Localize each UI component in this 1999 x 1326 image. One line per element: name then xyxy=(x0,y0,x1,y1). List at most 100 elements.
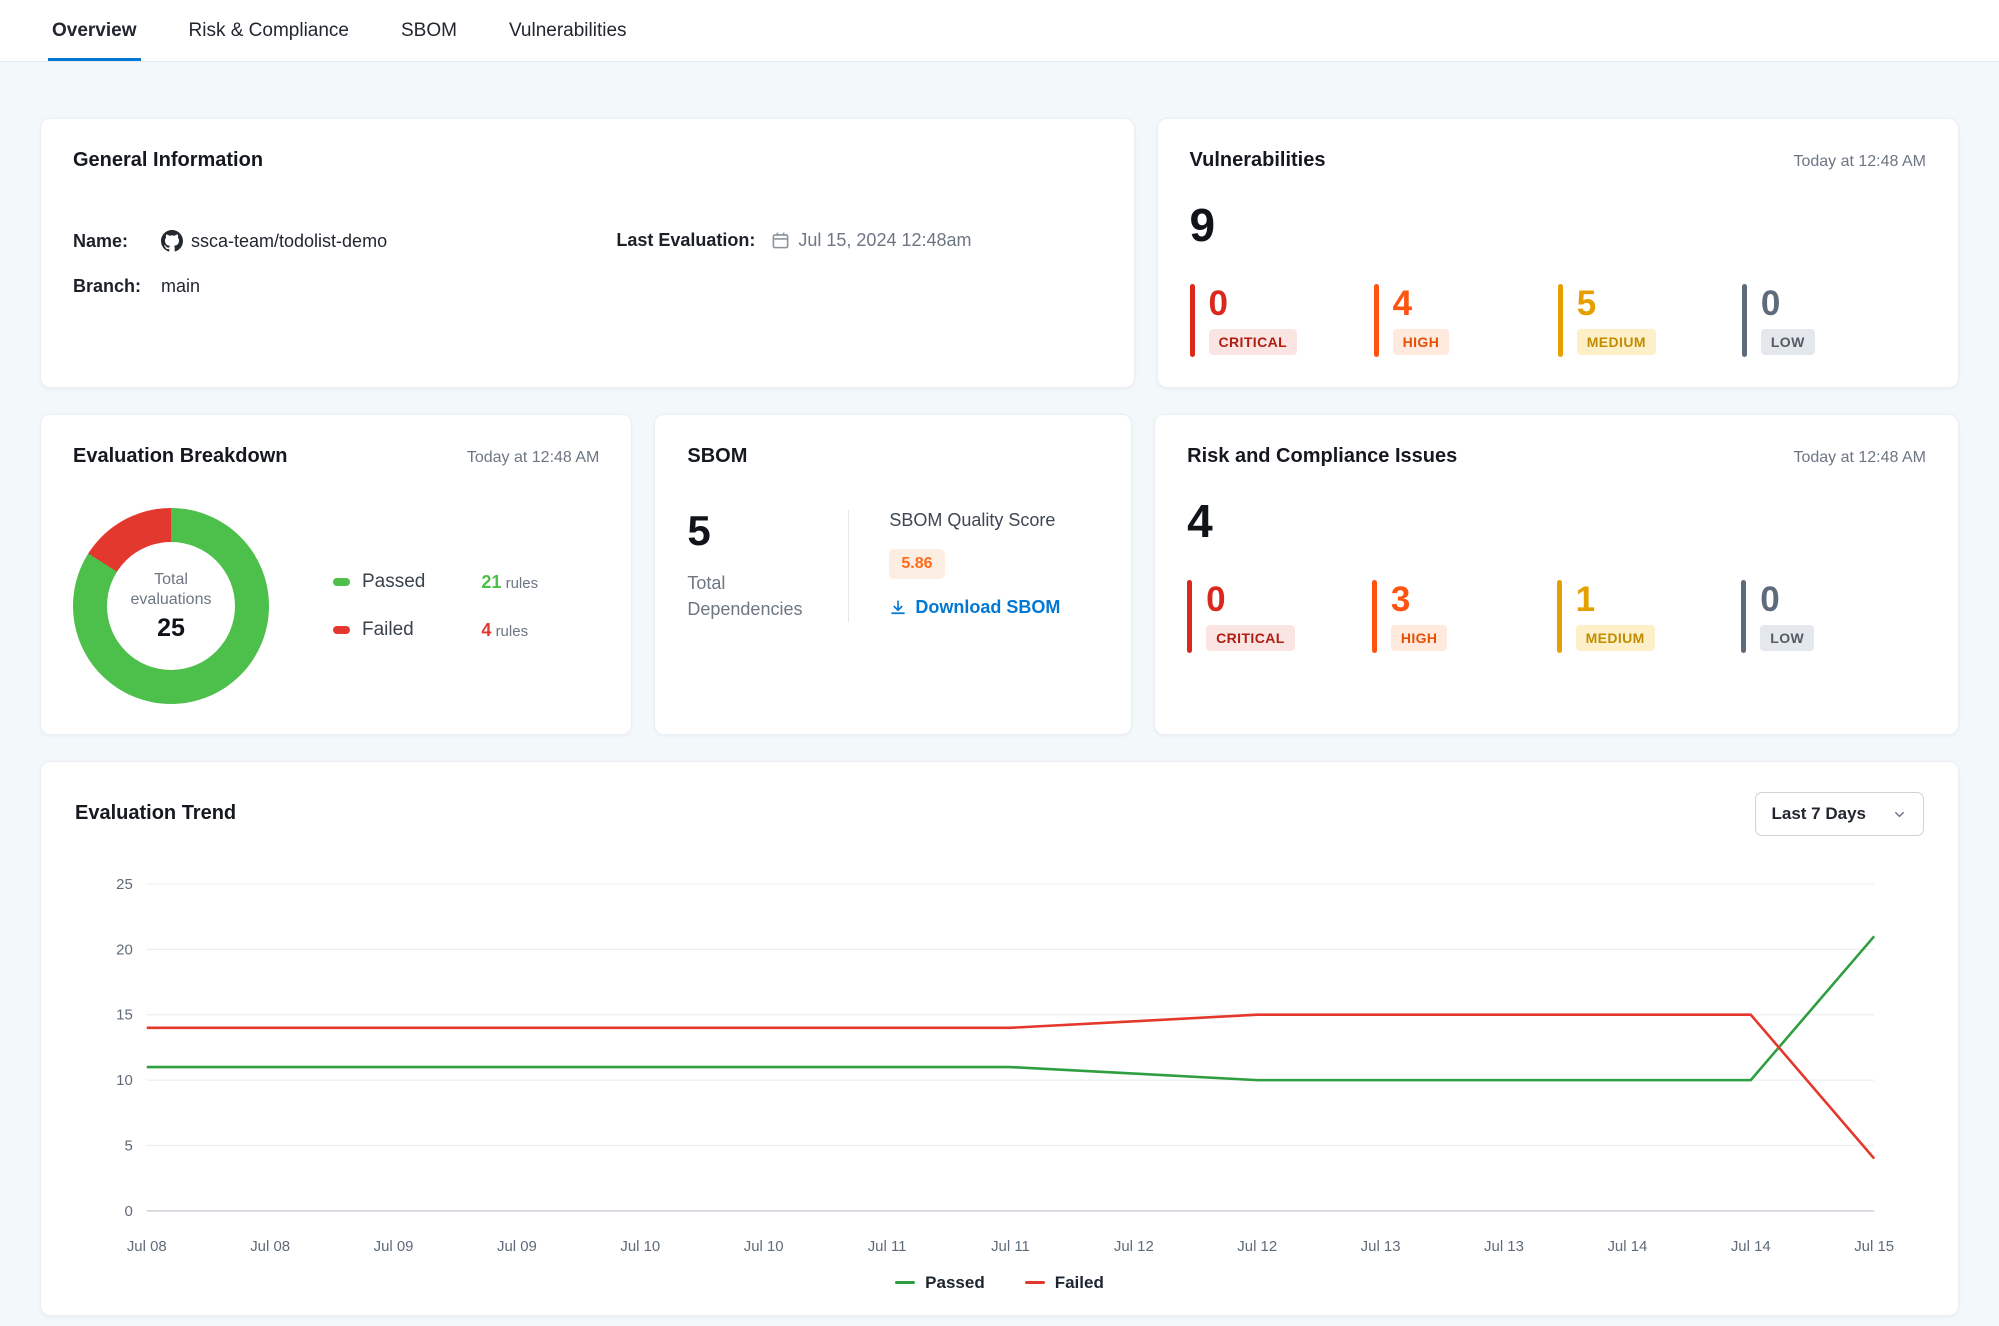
dashboard-content: General Information Name: ssca-team/todo… xyxy=(0,62,1999,1326)
tab-bar: Overview Risk & Compliance SBOM Vulnerab… xyxy=(0,0,1999,62)
branch-label: Branch: xyxy=(73,276,151,297)
risk-compliance-card: Risk and Compliance Issues Today at 12:4… xyxy=(1154,414,1959,735)
failed-rules-count: 4 rules xyxy=(481,620,538,641)
general-information-title: General Information xyxy=(73,149,263,172)
vulnerabilities-card: Vulnerabilities Today at 12:48 AM 9 0 CR… xyxy=(1157,118,1959,388)
sbom-quality-score-label: SBOM Quality Score xyxy=(889,510,1055,531)
sbom-card: SBOM 5 Total Dependencies SBOM Quality S… xyxy=(654,414,1132,735)
severity-critical: 0 CRITICAL xyxy=(1187,580,1372,653)
date-range-label: Last 7 Days xyxy=(1772,804,1867,824)
svg-text:Jul 09: Jul 09 xyxy=(374,1238,414,1255)
severity-count: 4 xyxy=(1393,286,1412,321)
download-icon xyxy=(889,599,907,617)
svg-text:Jul 11: Jul 11 xyxy=(868,1238,907,1255)
trend-legend-passed: Passed xyxy=(895,1273,985,1293)
severity-bar xyxy=(1190,284,1195,357)
severity-bar xyxy=(1187,580,1192,653)
general-information-card: General Information Name: ssca-team/todo… xyxy=(40,118,1135,388)
severity-bar xyxy=(1742,284,1747,357)
evaluation-legend: Passed 21 rules Failed 4 rules xyxy=(333,571,538,641)
trend-legend: Passed Failed xyxy=(75,1273,1924,1293)
legend-passed: Passed xyxy=(333,571,425,593)
svg-text:Jul 15: Jul 15 xyxy=(1854,1238,1894,1255)
severity-medium: 1 MEDIUM xyxy=(1557,580,1742,653)
date-range-dropdown[interactable]: Last 7 Days xyxy=(1755,792,1925,836)
svg-text:25: 25 xyxy=(116,876,133,893)
trend-failed-label: Failed xyxy=(1055,1273,1104,1293)
vulnerabilities-timestamp: Today at 12:48 AM xyxy=(1793,153,1926,171)
svg-text:Jul 12: Jul 12 xyxy=(1237,1238,1277,1255)
severity-bar xyxy=(1557,580,1562,653)
failed-unit: rules xyxy=(496,623,529,640)
evaluation-breakdown-title: Evaluation Breakdown xyxy=(73,445,288,468)
download-sbom-label: Download SBOM xyxy=(915,597,1060,618)
severity-bar xyxy=(1558,284,1563,357)
severity-bar xyxy=(1374,284,1379,357)
severity-medium: 5 MEDIUM xyxy=(1558,284,1742,357)
failed-line-swatch xyxy=(1025,1281,1045,1284)
repo-name-value: ssca-team/todolist-demo xyxy=(161,230,387,252)
severity-badge: HIGH xyxy=(1391,625,1448,651)
donut-center-label: Total evaluations xyxy=(123,570,219,610)
sbom-total-label: Total Dependencies xyxy=(687,570,812,622)
svg-text:Jul 14: Jul 14 xyxy=(1607,1238,1647,1255)
vulnerabilities-severity-grid: 0 CRITICAL 4 HIGH 5 MEDIUM xyxy=(1190,284,1926,357)
svg-text:Jul 09: Jul 09 xyxy=(497,1238,537,1255)
severity-critical: 0 CRITICAL xyxy=(1190,284,1374,357)
svg-text:Jul 08: Jul 08 xyxy=(127,1238,167,1255)
passed-unit: rules xyxy=(506,575,539,592)
severity-count: 3 xyxy=(1391,582,1410,617)
svg-text:Jul 14: Jul 14 xyxy=(1731,1238,1771,1255)
svg-text:Jul 12: Jul 12 xyxy=(1114,1238,1154,1255)
evaluation-breakdown-card: Evaluation Breakdown Today at 12:48 AM T… xyxy=(40,414,632,735)
severity-badge: LOW xyxy=(1761,329,1815,355)
name-label: Name: xyxy=(73,231,151,252)
svg-text:Jul 10: Jul 10 xyxy=(744,1238,784,1255)
svg-text:5: 5 xyxy=(125,1137,133,1154)
tab-risk-compliance[interactable]: Risk & Compliance xyxy=(185,2,354,61)
branch-value: main xyxy=(161,276,200,297)
severity-high: 3 HIGH xyxy=(1372,580,1557,653)
severity-count: 5 xyxy=(1577,286,1596,321)
evaluation-trend-card: Evaluation Trend Last 7 Days 0510152025J… xyxy=(40,761,1959,1316)
donut-center-value: 25 xyxy=(157,614,185,643)
failed-label: Failed xyxy=(362,619,414,641)
severity-badge: CRITICAL xyxy=(1206,625,1295,651)
passed-line-swatch xyxy=(895,1281,915,1284)
svg-text:20: 20 xyxy=(116,941,133,958)
severity-count: 0 xyxy=(1209,286,1228,321)
risk-compliance-timestamp: Today at 12:48 AM xyxy=(1793,449,1926,467)
sbom-title: SBOM xyxy=(687,445,747,468)
evaluation-trend-title: Evaluation Trend xyxy=(75,802,236,825)
legend-failed: Failed xyxy=(333,619,425,641)
severity-count: 1 xyxy=(1576,582,1595,617)
tab-overview[interactable]: Overview xyxy=(48,2,141,61)
repo-name-row: Name: ssca-team/todolist-demo xyxy=(73,230,616,252)
trend-passed-label: Passed xyxy=(925,1273,985,1293)
download-sbom-link[interactable]: Download SBOM xyxy=(889,597,1060,618)
severity-bar xyxy=(1741,580,1746,653)
passed-rules-count: 21 rules xyxy=(481,572,538,593)
passed-value: 21 xyxy=(481,572,501,592)
evaluation-breakdown-timestamp: Today at 12:48 AM xyxy=(467,449,600,467)
passed-dot xyxy=(333,578,350,586)
failed-dot xyxy=(333,626,350,634)
tab-vulnerabilities[interactable]: Vulnerabilities xyxy=(505,2,631,61)
sbom-total-dependencies: 5 xyxy=(687,510,812,552)
github-icon xyxy=(161,230,183,252)
svg-text:15: 15 xyxy=(116,1007,133,1024)
tab-sbom[interactable]: SBOM xyxy=(397,2,461,61)
severity-badge: MEDIUM xyxy=(1576,625,1655,651)
severity-badge: MEDIUM xyxy=(1577,329,1656,355)
severity-badge: LOW xyxy=(1760,625,1814,651)
calendar-icon xyxy=(771,231,790,250)
severity-count: 0 xyxy=(1761,286,1780,321)
last-evaluation-row: Last Evaluation: Jul 15, 2024 12:48am xyxy=(616,230,1101,251)
svg-text:Jul 08: Jul 08 xyxy=(250,1238,290,1255)
risk-compliance-title: Risk and Compliance Issues xyxy=(1187,445,1457,468)
last-evaluation-value: Jul 15, 2024 12:48am xyxy=(798,230,971,251)
severity-bar xyxy=(1372,580,1377,653)
branch-row: Branch: main xyxy=(73,276,616,297)
severity-count: 0 xyxy=(1760,582,1779,617)
failed-value: 4 xyxy=(481,620,491,640)
